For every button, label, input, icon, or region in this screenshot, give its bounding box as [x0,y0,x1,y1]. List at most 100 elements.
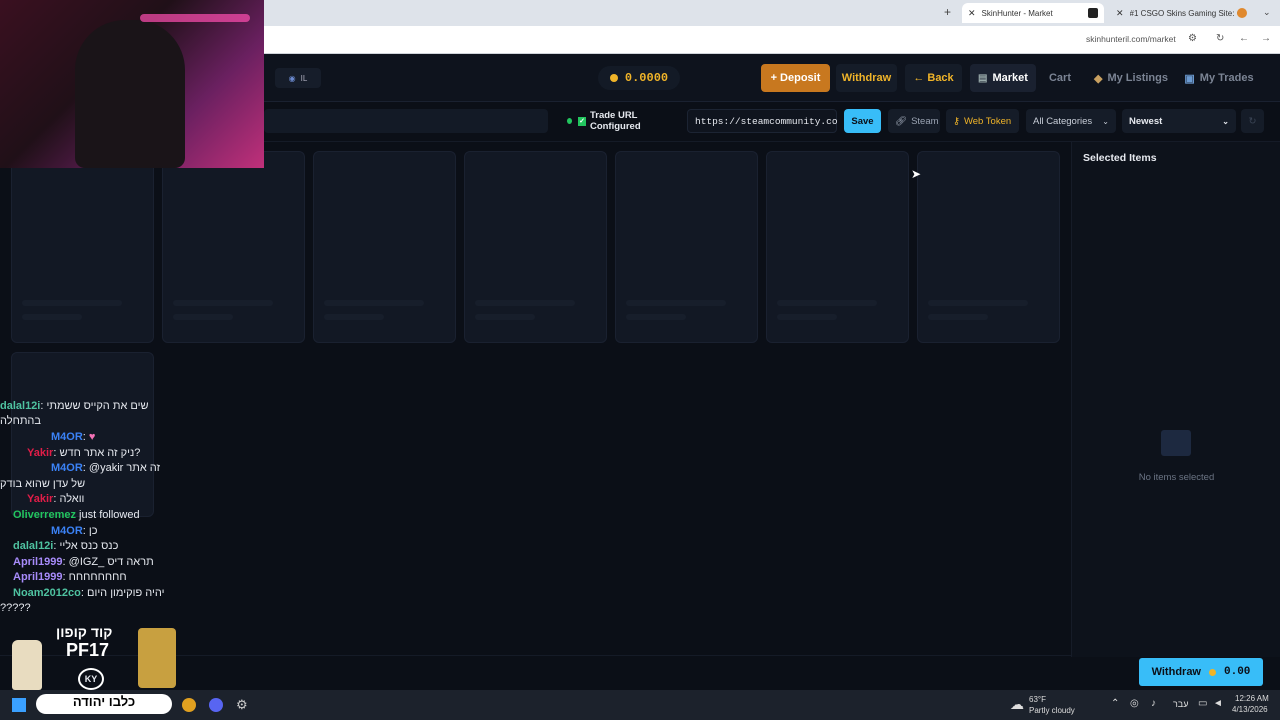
network-icon[interactable]: ▭ [1198,698,1207,709]
language-indicator[interactable]: עבר [1173,699,1188,709]
nav-my-listings[interactable]: ◆ My Listings [1088,64,1174,92]
chat-text: ????? [0,602,31,614]
chat-text: just followed [79,509,140,521]
neon-light [140,14,250,22]
nav-trades-label: My Trades [1199,72,1254,84]
chat-user: dalal12i [0,400,41,412]
ky-logo: KY [78,668,104,690]
perfume-bottle-icon [138,628,176,688]
sort-select[interactable]: Newest ⌄ [1122,109,1236,133]
nav-cart[interactable]: Cart [1044,64,1076,92]
chrome-icon[interactable] [182,698,196,712]
chat-message: dalal12i: כנס כנס אליי [13,540,119,552]
volume-icon[interactable]: ◄ [1213,698,1223,709]
favicon-icon [1237,8,1247,18]
chat-user: April1999 [13,571,63,583]
discord-icon[interactable] [209,698,223,712]
web-token-button[interactable]: ⚷ Web Token [946,109,1019,133]
chat-text: שים את הקייס ששמתי [46,400,149,412]
skeleton-card [162,151,305,343]
nav-market[interactable]: ▤ Market [970,64,1036,92]
chat-user: April1999 [13,556,63,568]
chat-message: dalal12i: שים את הקייס ששמתי [0,400,149,412]
chevron-down-icon: ⌄ [1222,116,1229,126]
skeleton-card [766,151,909,343]
skeleton-card [464,151,607,343]
close-icon[interactable]: ✕ [1116,8,1124,19]
trade-url-input[interactable]: https://steamcommunity.co [687,109,838,133]
site-settings-icon[interactable]: ⚙ [1188,33,1197,44]
steam-button[interactable]: 🔗︎ Steam [888,109,940,133]
box-icon: ◆ [1094,72,1103,85]
tray-chevron-icon[interactable]: ⌃ [1111,698,1119,709]
chat-user: Yakir [27,447,54,459]
coin-icon [609,74,618,82]
floating-withdraw-button[interactable]: Withdraw 0.00 [1139,658,1263,686]
chat-text: של עדן שהוא בודק [0,478,86,490]
panel-title: Selected Items [1083,152,1157,164]
mic-icon[interactable]: ♪ [1151,698,1156,709]
promo-code-line2: PF17 [66,640,110,660]
windows-start-icon[interactable] [12,698,26,712]
chat-message: Yakir: ניק זה אתר חדש? [27,447,141,459]
skeleton-card [917,151,1060,343]
sort-value: Newest [1129,115,1163,127]
promo-brand: כלבו יהודה [36,694,172,714]
chevron-down-icon: ⌄ [1102,116,1109,126]
chat-text: @IGZ_ תראה דיס [68,556,154,568]
skeleton-card [615,151,758,343]
back-icon[interactable]: ← [1239,33,1249,44]
chat-message: April1999: חחחחחחחח [13,571,127,583]
chevron-down-icon[interactable]: ⌄ [1263,7,1271,18]
chat-message: M4OR: @yakir זה אתר [51,462,161,474]
forward-icon[interactable]: → [1261,33,1271,44]
chat-message: ????? [0,602,31,614]
clock-date[interactable]: 4/13/2026 [1232,705,1268,714]
nav-my-trades[interactable]: ▣ My Trades [1180,64,1258,92]
chat-user: dalal12i [13,540,54,552]
refresh-button[interactable]: ↻ [1241,109,1264,133]
chat-message: של עדן שהוא בודק [0,478,85,490]
trade-url-status: ✓ Trade URL Configured [560,109,684,133]
reload-icon[interactable]: ↻ [1216,33,1224,44]
chat-user: M4OR [51,525,83,537]
settings-icon[interactable]: ⚙ [236,697,248,713]
weather-icon: ☁ [1010,696,1024,712]
check-icon: ✓ [578,116,586,126]
empty-text: No items selected [1138,472,1215,483]
chat-user: Noam2012co [13,587,81,599]
web-token-label: Web Token [963,115,1012,127]
locale-selector[interactable]: ◉ IL [275,68,321,88]
selected-items-panel: Selected Items No items selected [1071,142,1280,657]
withdraw-button[interactable]: Withdraw [836,64,897,92]
streamer-silhouette [75,20,185,168]
refresh-icon: ↻ [1248,115,1257,127]
chat-message: Yakir: וואלה [27,493,85,505]
deposit-button[interactable]: + Deposit [761,64,830,92]
close-icon[interactable]: ✕ [968,8,976,19]
url-text[interactable]: skinhunteril.com/market [1086,34,1176,44]
tab-csgo-skins[interactable]: ✕ #1 CSGO Skins Gaming Site: CS [1110,3,1255,23]
search-input[interactable] [264,109,548,133]
shopping-bag-icon [1161,430,1191,456]
chat-user: Yakir [27,493,54,505]
chat-text: יהיה פוקימון היום [87,587,165,599]
favicon-icon [1088,8,1098,18]
key-icon: ⚷ [953,115,960,127]
steam-tray-icon[interactable]: ◎ [1130,698,1139,709]
category-select[interactable]: All Categories ⌄ [1026,109,1116,133]
locale-label: IL [300,73,308,83]
back-button[interactable]: ← Back [905,64,962,92]
chat-message: בהתחלה [0,415,41,427]
tab-title: SkinHunter - Market [981,8,1053,18]
chat-text: כנס כנס אליי [59,540,119,552]
cursor-icon: ➤ [911,167,922,181]
tab-skinhunter-market[interactable]: ✕ SkinHunter - Market [962,3,1104,23]
nav-listings-label: My Listings [1107,72,1168,84]
chat-text: בהתחלה [0,415,41,427]
clock-time[interactable]: 12:26 AM [1235,694,1269,703]
tab-title: #1 CSGO Skins Gaming Site: CS [1129,8,1242,18]
save-button[interactable]: Save [844,109,881,133]
new-tab-button[interactable]: + [944,5,951,19]
balance-value: 0.0000 [624,71,669,85]
